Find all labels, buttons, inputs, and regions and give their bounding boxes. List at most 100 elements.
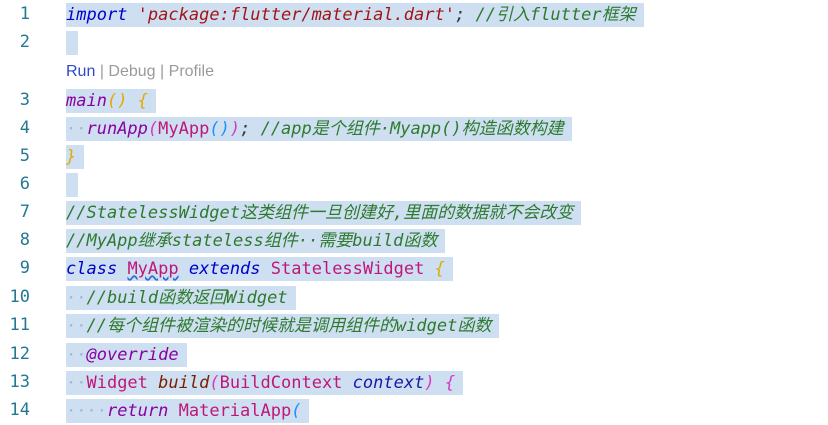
code-token: context (352, 373, 425, 393)
code-token: ( (291, 401, 302, 421)
code-token: return (106, 401, 169, 421)
code-line[interactable]: 10 ··//build函数返回Widget (0, 283, 828, 312)
line-number: 11 (9, 315, 30, 335)
code-text[interactable]: ··Widget build(BuildContext context) { (66, 371, 464, 395)
line-number: 2 (19, 32, 30, 52)
code-token: { (137, 91, 148, 111)
code-token: extends (188, 259, 261, 279)
code-line[interactable]: 9 class MyApp extends StatelessWidget { (0, 254, 828, 283)
code-line[interactable]: 5} (0, 142, 828, 171)
profile-link[interactable]: Profile (169, 63, 214, 80)
code-token: ) (424, 373, 435, 393)
line-number: 7 (19, 202, 30, 222)
line-number: 14 (9, 400, 30, 420)
code-token: ·· (66, 288, 87, 308)
code-token: ·· (66, 316, 87, 336)
code-line[interactable]: 7 //StatelessWidget这类组件一旦创建好,里面的数据就不会改变 (0, 198, 828, 227)
code-text[interactable]: ··//build函数返回Widget (66, 286, 296, 310)
code-text[interactable]: main() { (66, 89, 156, 113)
code-token: ; (240, 119, 251, 139)
code-token: ; (454, 5, 466, 25)
code-text[interactable]: } (66, 145, 85, 169)
code-text[interactable] (66, 31, 78, 55)
code-token: BuildContext (219, 373, 343, 393)
code-token: 'package:flutter/material.dart' (137, 5, 455, 25)
code-text[interactable]: ··@override (66, 343, 187, 367)
code-token: //build函数返回Widget (86, 288, 288, 308)
line-number: 1 (19, 4, 30, 24)
code-token: ·· (66, 119, 87, 139)
code-token: { (434, 259, 445, 279)
code-text[interactable] (66, 173, 78, 197)
line-number: 9 (19, 258, 30, 278)
line-number: 13 (9, 372, 30, 392)
line-number: 12 (9, 344, 30, 364)
code-text[interactable]: ····return MaterialApp( (66, 399, 310, 423)
code-token: build (158, 373, 210, 393)
code-line[interactable]: 8 //MyApp继承stateless组件··需要build函数 (0, 226, 828, 255)
line-number: 6 (19, 174, 30, 194)
code-token: //每个组件被渲染的时候就是调用组件的widget函数 (86, 316, 492, 336)
code-token: //MyApp继承stateless组件··需要build函数 (66, 231, 438, 251)
code-text[interactable]: import 'package:flutter/material.dart'; … (66, 3, 644, 27)
code-token: ) (229, 119, 241, 139)
code-editor[interactable]: 1 import 'package:flutter/material.dart';… (0, 0, 828, 424)
code-text[interactable]: class MyApp extends StatelessWidget { (66, 257, 453, 281)
line-number: 10 (9, 287, 30, 307)
run-link[interactable]: Run (66, 63, 95, 80)
code-text[interactable]: ··//每个组件被渲染的时候就是调用组件的widget函数 (66, 314, 500, 338)
code-token: class (66, 259, 118, 279)
code-token: //StatelessWidget这类组件一旦创建好,里面的数据就不会改变 (66, 203, 574, 223)
line-number: 5 (19, 146, 30, 166)
code-token: ·· (66, 373, 87, 393)
line-number: 4 (19, 118, 30, 138)
code-token: StatelessWidget (270, 259, 425, 279)
code-token: //app是个组件·Myapp()构造函数构建 (260, 119, 564, 139)
code-token: runApp (86, 119, 148, 139)
code-token: MyApp (158, 119, 210, 139)
code-text[interactable]: ··runApp(MyApp()); //app是个组件·Myapp()构造函数… (66, 117, 572, 141)
line-number: 8 (19, 230, 30, 250)
code-line[interactable]: 1 import 'package:flutter/material.dart';… (0, 0, 828, 29)
code-token: ( (147, 119, 159, 139)
code-line[interactable]: 4 ··runApp(MyApp()); //app是个组件·Myapp()构造函… (0, 114, 828, 143)
code-token: () (106, 91, 128, 111)
code-token: import (66, 5, 128, 25)
code-token: } (66, 147, 77, 167)
code-line[interactable]: 11 ··//每个组件被渲染的时候就是调用组件的widget函数 (0, 311, 828, 340)
code-token: ( (209, 373, 220, 393)
line-number: 3 (19, 90, 30, 110)
code-line[interactable]: 12 ··@override (0, 340, 828, 369)
debug-link[interactable]: Debug (108, 63, 155, 80)
code-line[interactable]: 14 ····return MaterialApp( (0, 396, 828, 425)
code-token: @override (86, 345, 179, 365)
code-lens: Run | Debug | Profile (66, 62, 214, 82)
code-token: ·· (66, 345, 87, 365)
code-token: main (66, 91, 107, 111)
code-text[interactable]: //StatelessWidget这类组件一旦创建好,里面的数据就不会改变 (66, 201, 582, 225)
code-line[interactable]: 6 (0, 170, 828, 199)
code-token: ···· (66, 401, 107, 421)
code-line[interactable]: 3 main() { (0, 86, 828, 115)
code-token: Widget (86, 373, 148, 393)
code-text[interactable]: //MyApp继承stateless组件··需要build函数 (66, 229, 446, 253)
code-token: MaterialApp (178, 401, 292, 421)
code-line[interactable]: 13 ··Widget build(BuildContext context) { (0, 368, 828, 397)
code-token: { (444, 373, 456, 393)
code-token: MyApp (127, 259, 179, 279)
code-token: () (209, 119, 230, 139)
code-line[interactable]: 2 (0, 28, 828, 57)
code-token: //引入flutter框架 (475, 5, 636, 25)
